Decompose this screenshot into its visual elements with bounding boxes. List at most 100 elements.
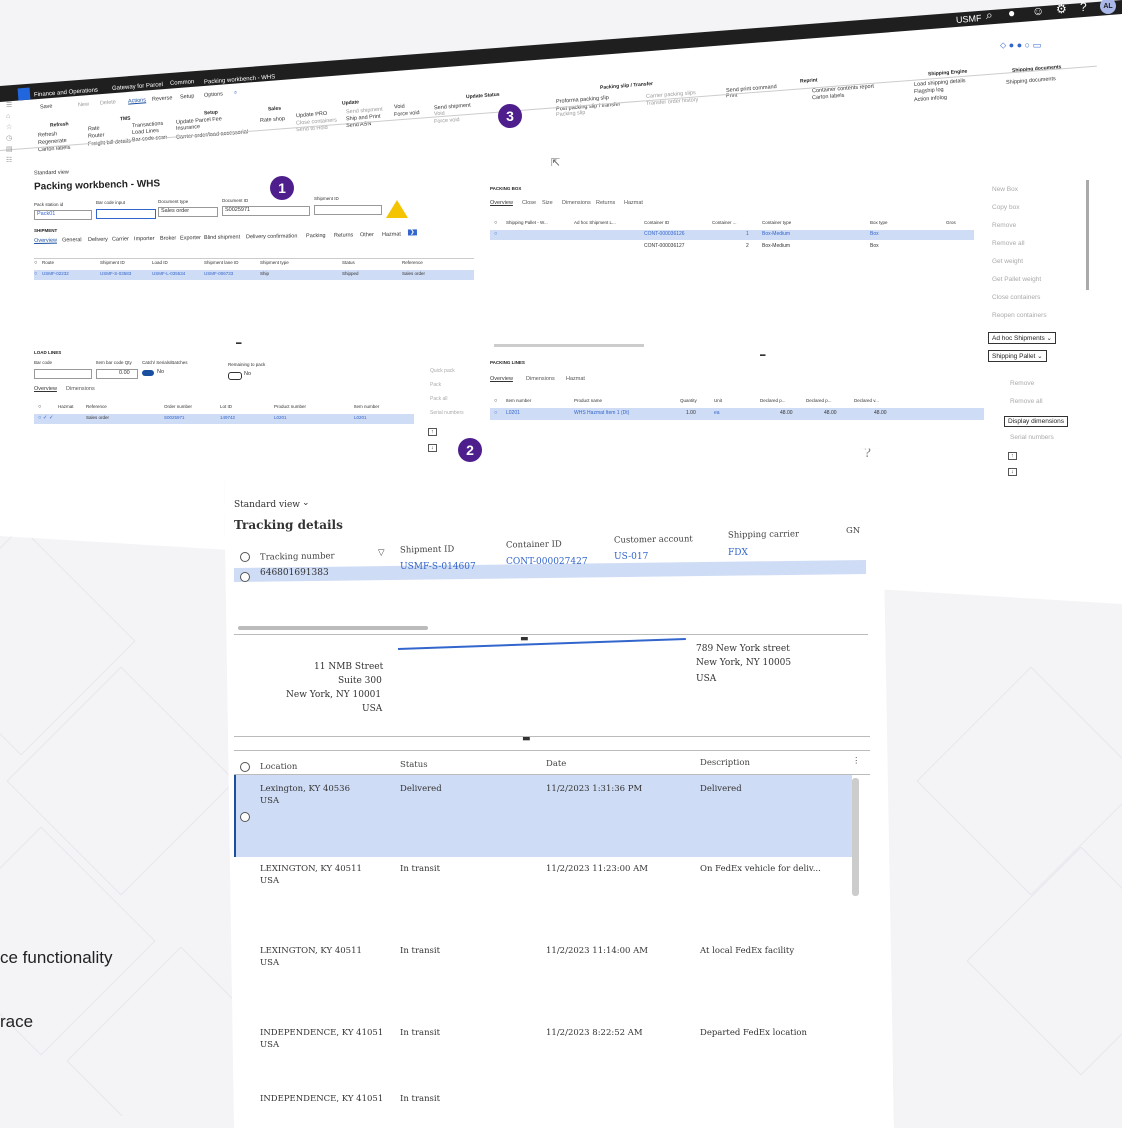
- btn-router[interactable]: Router: [88, 132, 105, 139]
- packing-lines-col-2[interactable]: Quantity: [680, 398, 697, 403]
- splitter-handle-4[interactable]: ▬: [522, 734, 531, 744]
- btn-force-void-b[interactable]: Force void: [434, 117, 460, 125]
- side-button-5[interactable]: Get Pallet weight: [992, 276, 1041, 283]
- shipment-tab-10[interactable]: Returns: [334, 232, 353, 238]
- load-lines-action-2[interactable]: Pack all: [430, 396, 448, 402]
- shipment-id-cell[interactable]: USMF-S-014607: [400, 562, 476, 572]
- move-down-icon[interactable]: ↓: [428, 444, 437, 452]
- col-shipment-id[interactable]: Shipment ID: [400, 545, 454, 556]
- help-icon[interactable]: ?: [1080, 0, 1087, 14]
- packing-box-tab-5[interactable]: Hazmat: [624, 200, 643, 206]
- remaining-toggle[interactable]: [228, 372, 242, 380]
- load-lines-action-3[interactable]: Serial numbers: [430, 410, 464, 416]
- pack-station-input[interactable]: Pack01: [34, 210, 92, 220]
- btn-rate[interactable]: Rate: [88, 126, 100, 133]
- tracking-row-radio[interactable]: [240, 572, 250, 582]
- packing-box-tab-2[interactable]: Size: [542, 200, 553, 206]
- side-button-1[interactable]: Copy box: [992, 204, 1019, 211]
- shipment-tab-4[interactable]: Importer: [134, 236, 155, 242]
- side-button2-0[interactable]: Remove: [1010, 380, 1034, 387]
- shipment-cell-1[interactable]: USMF-S-03583: [100, 271, 131, 276]
- tabs-next-icon[interactable]: ❯: [407, 229, 417, 236]
- move-up-icon[interactable]: ↑: [428, 428, 437, 436]
- doc-id-input[interactable]: S0025971: [222, 206, 310, 216]
- company-selector[interactable]: USMF: [956, 13, 982, 25]
- shipment-tab-1[interactable]: General: [62, 237, 82, 243]
- hist-col-description[interactable]: Description: [700, 758, 750, 768]
- col-shipping-carrier[interactable]: Shipping carrier: [728, 529, 799, 540]
- packing-lines-col-3[interactable]: Unit: [714, 398, 722, 403]
- shipment-col-6[interactable]: Reference: [402, 260, 423, 265]
- side-button-2[interactable]: Remove: [992, 222, 1016, 229]
- shipment-col-4[interactable]: Shipment type: [260, 260, 289, 265]
- search-icon-top[interactable]: ⌕: [986, 8, 993, 23]
- chat-icon[interactable]: ●: [1008, 6, 1015, 20]
- side-button-7[interactable]: Reopen containers: [992, 312, 1047, 319]
- load-lines-col-3[interactable]: Lot ID: [220, 404, 232, 409]
- packing-lines-select-all[interactable]: ○: [494, 398, 497, 404]
- breadcrumb-2[interactable]: Common: [170, 79, 195, 87]
- load-lines-row-radio[interactable]: ○ ✓ ✓: [38, 415, 54, 421]
- packing-box-tab-4[interactable]: Returns: [596, 200, 615, 206]
- hist-col-location[interactable]: Location: [260, 762, 297, 772]
- right-scrollbar[interactable]: [1086, 180, 1089, 290]
- load-lines-col-0[interactable]: Hazmat: [58, 404, 74, 409]
- shipment-tab-11[interactable]: Other: [360, 232, 374, 238]
- shipment-cell-0[interactable]: USMF-02232: [42, 271, 69, 276]
- side-button-3[interactable]: Remove all: [992, 240, 1025, 247]
- packing-box-selected-row[interactable]: [490, 230, 974, 240]
- shipment-tab-9[interactable]: Packing: [306, 233, 326, 239]
- side-button-4[interactable]: Get weight: [992, 258, 1023, 265]
- barcode-input[interactable]: [96, 209, 156, 219]
- item-qty-input[interactable]: 0.00: [96, 369, 138, 379]
- packing-lines-tab-0[interactable]: Overview: [490, 376, 513, 382]
- col-tracking-number[interactable]: Tracking number: [260, 551, 335, 562]
- packing-box-col-4[interactable]: Container type: [762, 220, 791, 225]
- shipment-col-5[interactable]: Status: [342, 260, 355, 265]
- load-lines-col-1[interactable]: Reference: [86, 404, 107, 409]
- load-lines-cell-2[interactable]: S0025971: [164, 415, 185, 420]
- load-lines-action-0[interactable]: Quick pack: [430, 368, 455, 374]
- packing-lines-selected-row[interactable]: [490, 408, 984, 420]
- packing-lines-col-0[interactable]: Item number: [506, 398, 531, 403]
- packing-box-tab-1[interactable]: Close: [522, 200, 536, 206]
- packing-box-col-5[interactable]: Box type: [870, 220, 888, 225]
- load-lines-col-4[interactable]: Product number: [274, 404, 306, 409]
- btn-refresh[interactable]: Refresh: [38, 131, 58, 138]
- load-lines-action-1[interactable]: Pack: [430, 382, 441, 388]
- load-lines-cell-4[interactable]: L0201: [274, 415, 287, 420]
- splitter-handle-2[interactable]: ▬: [760, 352, 766, 358]
- packing-box-scrollbar[interactable]: [494, 344, 644, 347]
- packing-box-select-all[interactable]: ○: [494, 220, 497, 226]
- hist-col-status[interactable]: Status: [400, 760, 428, 770]
- shipment-col-1[interactable]: Shipment ID: [100, 260, 125, 265]
- shipment-col-2[interactable]: Load ID: [152, 260, 168, 265]
- btn-packing-slip[interactable]: Packing slip: [556, 110, 586, 118]
- side-button2-2[interactable]: Display dimensions: [1004, 416, 1068, 427]
- side-button-8[interactable]: Ad hoc Shipments ⌄: [988, 332, 1057, 344]
- shipment-select-all[interactable]: ○: [34, 260, 37, 266]
- avatar[interactable]: AL: [1100, 0, 1116, 14]
- packing-lines-col-5[interactable]: Declared p...: [806, 398, 832, 403]
- bar-code-input[interactable]: [34, 369, 92, 379]
- packing-lines-col-1[interactable]: Product name: [574, 398, 602, 403]
- load-lines-col-2[interactable]: Order number: [164, 404, 192, 409]
- smiley-icon[interactable]: ☺: [1032, 4, 1044, 18]
- gear-icon[interactable]: ⚙: [1056, 2, 1067, 16]
- blue-app-icon[interactable]: [17, 87, 31, 101]
- load-lines-tab-0[interactable]: Overview: [34, 386, 57, 392]
- side-button2-1[interactable]: Remove all: [1010, 398, 1043, 405]
- col-gn[interactable]: GN: [846, 526, 860, 536]
- splitter-handle[interactable]: ▬: [236, 340, 242, 346]
- shipment-tab-5[interactable]: Broker: [160, 236, 176, 242]
- catch-toggle[interactable]: [142, 370, 154, 376]
- shipment-cell-3[interactable]: USMF-006733: [204, 271, 233, 276]
- packing-box-col-2[interactable]: Container ID: [644, 220, 669, 225]
- btn-void-a[interactable]: Void: [394, 104, 405, 111]
- col-container-id[interactable]: Container ID: [506, 540, 562, 551]
- packing-lines-tab-1[interactable]: Dimensions: [526, 376, 555, 382]
- packing-lines-col-4[interactable]: Declared p...: [760, 398, 786, 403]
- shipment-tab-2[interactable]: Delivery: [88, 237, 108, 243]
- tracking-view-chevron-icon[interactable]: ⌄: [302, 498, 310, 508]
- side-button-9[interactable]: Shipping Pallet ⌄: [988, 350, 1047, 362]
